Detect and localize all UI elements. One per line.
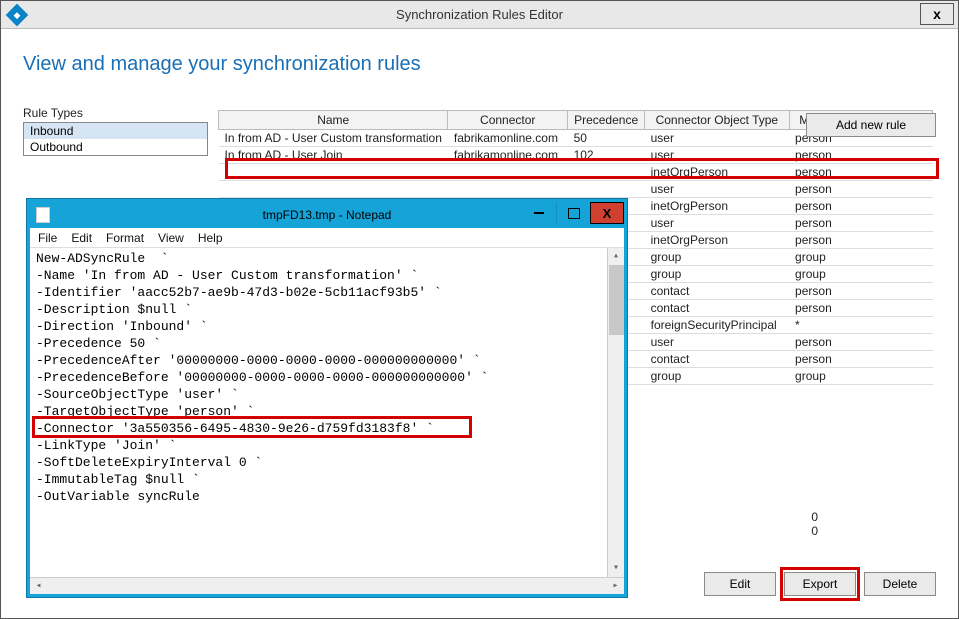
rule-type-outbound[interactable]: Outbound [24, 139, 207, 155]
cell-name [219, 181, 448, 198]
close-icon: X [603, 206, 612, 221]
table-row[interactable]: In from AD - User Joinfabrikamonline.com… [219, 147, 933, 164]
window-close-button[interactable]: x [920, 3, 954, 25]
rule-type-inbound[interactable]: Inbound [24, 123, 207, 139]
table-row[interactable]: inetOrgPersonperson [219, 164, 933, 181]
notepad-window[interactable]: tmpFD13.tmp - Notepad X File Edit Format… [27, 199, 627, 597]
cell-cot: user [645, 147, 789, 164]
cell-mot: group [789, 249, 932, 266]
cell-connector: fabrikamonline.com [448, 130, 568, 147]
cell-cot: group [645, 249, 789, 266]
export-button[interactable]: Export [784, 572, 856, 596]
cell-cot: contact [645, 300, 789, 317]
page-title: View and manage your synchronization rul… [23, 53, 936, 76]
cell-mot: person [789, 300, 932, 317]
cell-name [219, 164, 448, 181]
edit-button[interactable]: Edit [704, 572, 776, 596]
col-name[interactable]: Name [219, 111, 448, 130]
scroll-right-icon[interactable]: ▸ [607, 579, 624, 594]
col-connector[interactable]: Connector [448, 111, 568, 130]
cell-mot: person [789, 215, 932, 232]
cell-precedence [568, 164, 645, 181]
notepad-vscrollbar[interactable]: ▴ ▾ [607, 248, 624, 577]
col-precedence[interactable]: Precedence [568, 111, 645, 130]
table-row[interactable]: userperson [219, 181, 933, 198]
notepad-maximize-button[interactable] [556, 202, 590, 224]
menu-format[interactable]: Format [106, 231, 144, 245]
cell-mot: person [789, 283, 932, 300]
window-title: Synchronization Rules Editor [1, 7, 958, 22]
cell-name: In from AD - User Custom transformation [219, 130, 448, 147]
cell-cot: inetOrgPerson [645, 232, 789, 249]
notepad-titlebar[interactable]: tmpFD13.tmp - Notepad X [30, 202, 624, 228]
cell-mot: person [789, 147, 932, 164]
count-b: 0 [811, 524, 818, 538]
cell-name: In from AD - User Join [219, 147, 448, 164]
cell-mot: person [789, 164, 932, 181]
cell-mot: group [789, 266, 932, 283]
cell-cot: group [645, 266, 789, 283]
cell-cot: user [645, 130, 789, 147]
cell-cot: user [645, 334, 789, 351]
cell-connector [448, 181, 568, 198]
notepad-content: New-ADSyncRule ` -Name 'In from AD - Use… [36, 251, 488, 504]
scroll-down-icon[interactable]: ▾ [609, 560, 624, 577]
cell-mot: person [789, 198, 932, 215]
cell-mot: person [789, 351, 932, 368]
col-cot[interactable]: Connector Object Type [645, 111, 789, 130]
menu-edit[interactable]: Edit [71, 231, 92, 245]
cell-cot: inetOrgPerson [645, 164, 789, 181]
cell-mot: * [789, 317, 932, 334]
menu-file[interactable]: File [38, 231, 57, 245]
menu-help[interactable]: Help [198, 231, 223, 245]
rule-types-label: Rule Types [23, 106, 208, 120]
notepad-hscrollbar[interactable]: ◂ ▸ [30, 577, 624, 594]
cell-cot: user [645, 215, 789, 232]
rule-types-list[interactable]: Inbound Outbound [23, 122, 208, 156]
count-a: 0 [811, 510, 818, 524]
cell-cot: group [645, 368, 789, 385]
notepad-menu: File Edit Format View Help [30, 228, 624, 248]
close-icon: x [933, 6, 941, 22]
scroll-up-icon[interactable]: ▴ [609, 248, 624, 265]
delete-button[interactable]: Delete [864, 572, 936, 596]
cell-mot: group [789, 368, 932, 385]
cell-cot: foreignSecurityPrincipal [645, 317, 789, 334]
notepad-close-button[interactable]: X [590, 202, 624, 224]
cell-cot: user [645, 181, 789, 198]
cell-connector [448, 164, 568, 181]
notepad-minimize-button[interactable] [522, 202, 556, 224]
cell-connector: fabrikamonline.com [448, 147, 568, 164]
cell-cot: contact [645, 351, 789, 368]
main-titlebar: ◆ Synchronization Rules Editor x [1, 1, 958, 29]
cell-cot: inetOrgPerson [645, 198, 789, 215]
cell-mot: person [789, 334, 932, 351]
cell-precedence: 50 [568, 130, 645, 147]
cell-precedence: 102 [568, 147, 645, 164]
cell-mot: person [789, 232, 932, 249]
menu-view[interactable]: View [158, 231, 184, 245]
cell-cot: contact [645, 283, 789, 300]
cell-precedence [568, 181, 645, 198]
action-buttons: Edit Export Delete [704, 572, 936, 596]
scroll-left-icon[interactable]: ◂ [30, 579, 47, 594]
counts: 0 0 [811, 510, 818, 538]
notepad-text-area[interactable]: New-ADSyncRule ` -Name 'In from AD - Use… [30, 248, 624, 594]
cell-mot: person [789, 181, 932, 198]
add-new-rule-button[interactable]: Add new rule [806, 113, 936, 137]
scroll-thumb[interactable] [609, 265, 624, 335]
